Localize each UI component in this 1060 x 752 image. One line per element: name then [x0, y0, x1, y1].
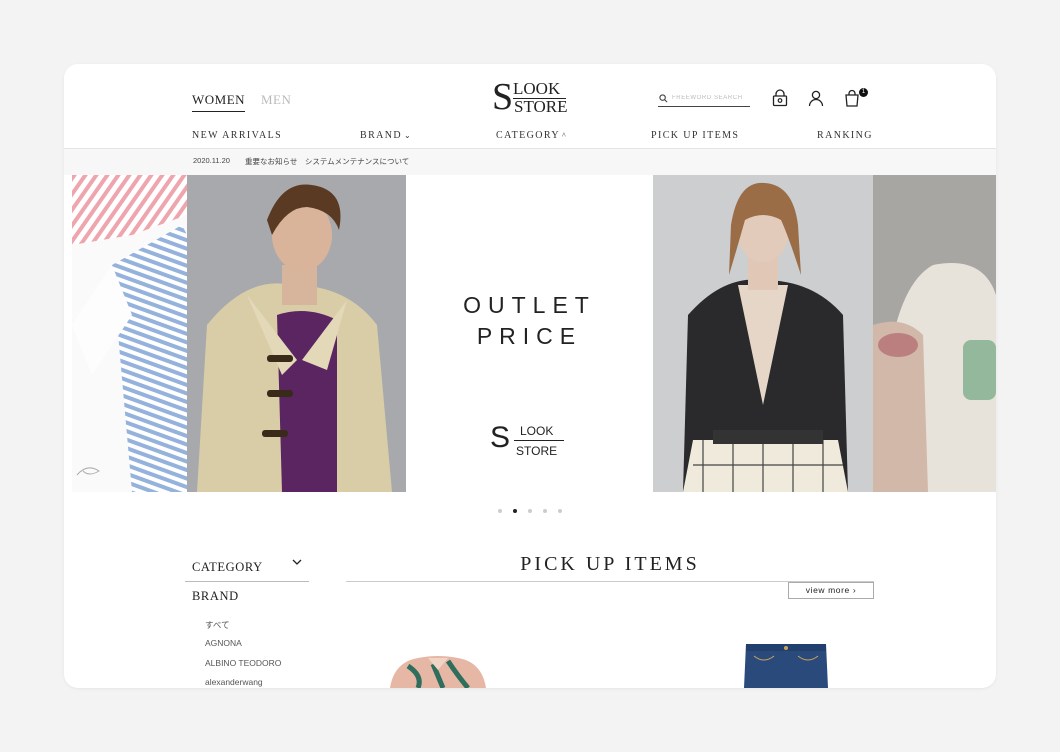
product-image-shirt[interactable] — [388, 656, 488, 688]
user-icon[interactable] — [807, 89, 825, 107]
hero-slide-shirt — [72, 175, 187, 492]
sidebar-brand-heading[interactable]: BRAND — [192, 589, 239, 604]
brand-item-all[interactable]: すべて — [205, 619, 230, 631]
site-logo[interactable]: S LOOK STORE — [492, 78, 572, 118]
carousel-dot-5[interactable] — [558, 509, 562, 513]
hero-slide-woman-drink — [873, 175, 996, 492]
brand-item-agnona[interactable]: AGNONA — [205, 638, 242, 648]
carousel-dots — [498, 509, 568, 517]
logo-word-look: LOOK — [513, 79, 561, 98]
hero-title-line1: OUTLET — [463, 292, 596, 318]
section-title: PICK UP ITEMS — [520, 553, 700, 575]
view-more-button[interactable]: view more › — [788, 582, 874, 599]
hero-title: OUTLET PRICE — [406, 290, 653, 352]
hero-logo-rule — [514, 440, 564, 441]
carousel-dot-4[interactable] — [543, 509, 547, 513]
nav-pick-up-items[interactable]: PICK UP ITEMS — [651, 130, 739, 141]
carousel-dot-2[interactable] — [513, 509, 517, 513]
page-card: WOMEN MEN S LOOK STORE 1 NEW ARRIVALS BR… — [64, 64, 996, 688]
lock-bag-icon[interactable] — [771, 89, 789, 107]
nav-category-label: CATEGORY — [496, 130, 560, 141]
carousel-dot-1[interactable] — [498, 509, 502, 513]
product-image-jeans[interactable] — [744, 642, 828, 688]
logo-word-store: STORE — [514, 97, 568, 116]
brand-item-albino-teodoro[interactable]: ALBINO TEODORO — [205, 658, 281, 668]
chevron-down-icon[interactable] — [292, 558, 302, 566]
nav-brand[interactable]: BRAND ⌄ — [360, 130, 412, 141]
nav-new-arrivals[interactable]: NEW ARRIVALS — [192, 130, 282, 141]
brand-item-alexanderwang[interactable]: alexanderwang — [205, 677, 263, 687]
tab-women[interactable]: WOMEN — [192, 92, 246, 112]
cart-count-badge: 1 — [859, 88, 868, 97]
carousel-dot-3[interactable] — [528, 509, 532, 513]
hero-carousel[interactable]: OUTLET PRICE S LOOK STORE — [72, 175, 996, 492]
search-input[interactable] — [672, 92, 748, 104]
chevron-down-icon: ⌄ — [404, 131, 413, 140]
nav-category[interactable]: CATEGORY ^ — [496, 130, 567, 141]
hero-logo-letter: S — [490, 421, 511, 454]
nav-ranking[interactable]: RANKING — [817, 130, 873, 141]
divider — [185, 581, 309, 582]
tab-men[interactable]: MEN — [261, 92, 291, 108]
nav-brand-label: BRAND — [360, 130, 403, 141]
hero-title-line2: PRICE — [476, 323, 583, 349]
search-box — [658, 92, 750, 107]
hero-slide-woman-blazer — [653, 175, 873, 492]
chevron-up-icon: ^ — [561, 131, 568, 140]
news-date: 2020.11.20 — [193, 156, 230, 165]
logo-letter: S — [492, 76, 514, 118]
hero-slide-outlet: OUTLET PRICE S LOOK STORE — [406, 175, 653, 492]
search-icon[interactable] — [659, 94, 668, 103]
hero-slide-man-duffle — [187, 175, 406, 492]
hero-logo-word-look: LOOK — [520, 424, 554, 438]
sidebar-category-heading[interactable]: CATEGORY — [192, 560, 263, 575]
hero-logo: S LOOK STORE — [490, 421, 570, 461]
news-link[interactable]: 重要なお知らせ システムメンテナンスについて — [245, 156, 409, 167]
hero-logo-word-store: STORE — [516, 444, 558, 458]
